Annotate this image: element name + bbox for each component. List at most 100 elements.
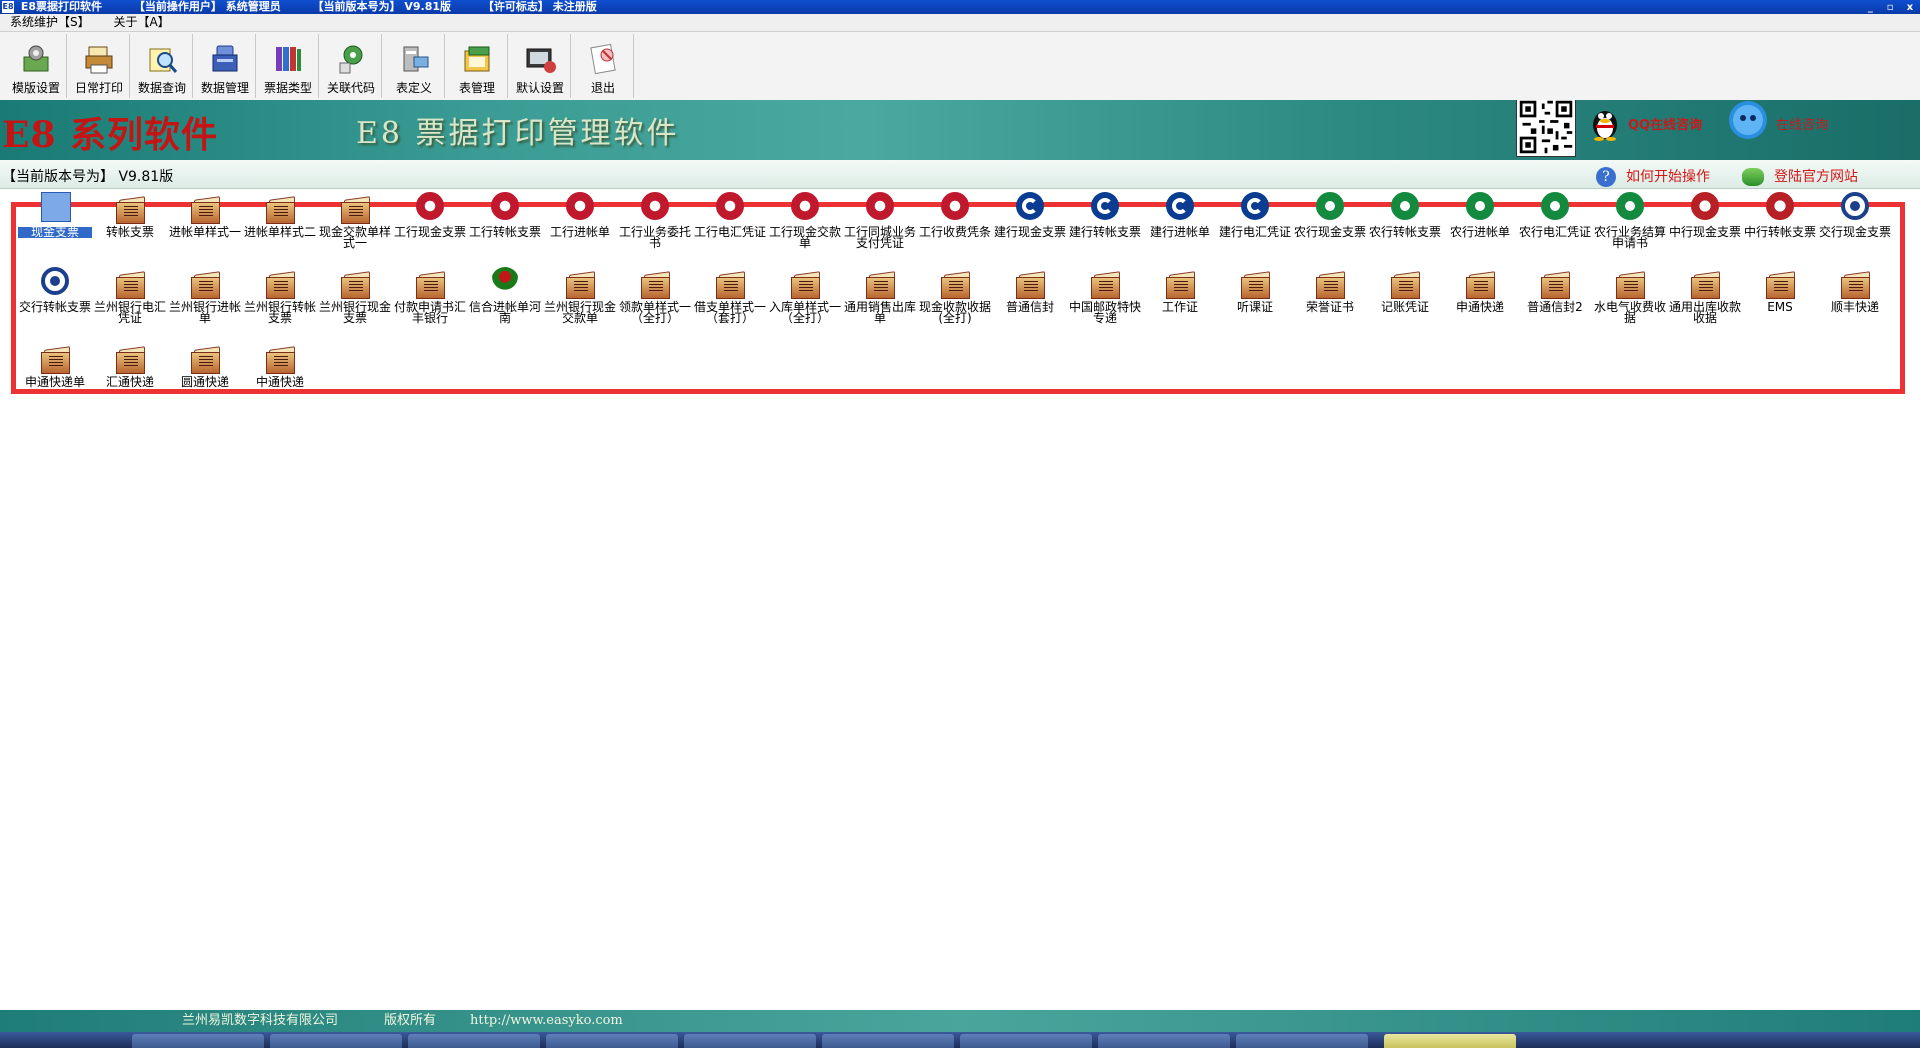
template-item[interactable]: 水电气收费收据 — [1593, 267, 1667, 324]
globe-icon — [1742, 168, 1764, 186]
template-item[interactable]: 现金交款单样式一 — [318, 192, 392, 249]
menu-about[interactable]: 关于【A】 — [103, 14, 179, 31]
icbc-bank-logo-icon — [489, 192, 521, 224]
minimize-button[interactable]: _ — [1862, 1, 1878, 14]
template-item[interactable]: 荣誉证书 — [1293, 267, 1367, 313]
icbc-bank-logo-icon — [564, 192, 596, 224]
template-item[interactable]: 兰州银行电汇凭证 — [93, 267, 167, 324]
template-item[interactable]: 记账凭证 — [1368, 267, 1442, 313]
template-item[interactable]: 工行转帐支票 — [468, 192, 542, 238]
template-item[interactable]: 农行进帐单 — [1443, 192, 1517, 238]
template-item[interactable]: 兰州银行转帐支票 — [243, 267, 317, 324]
toolbar-button-7[interactable]: 表定义 — [384, 34, 445, 98]
template-item[interactable]: 付款申请书汇丰银行 — [393, 267, 467, 324]
template-item-label: 转帐支票 — [105, 225, 154, 239]
template-item[interactable]: 建行现金支票 — [993, 192, 1067, 238]
template-item[interactable]: 工行收费凭条 — [918, 192, 992, 238]
template-item[interactable]: 农行电汇凭证 — [1518, 192, 1592, 238]
toolbar-button-5[interactable]: 票据类型 — [258, 34, 319, 98]
template-item[interactable]: 顺丰快递 — [1818, 267, 1892, 313]
template-item[interactable]: 借支单样式一（套打） — [693, 267, 767, 324]
taskbar-button[interactable] — [408, 1034, 540, 1048]
footer-url[interactable]: http://www.easyko.com — [470, 1010, 623, 1032]
qq-penguin-icon[interactable] — [1586, 101, 1624, 141]
toolbar-button-8[interactable]: 表管理 — [447, 34, 508, 98]
template-item[interactable]: 领款单样式一（全打） — [618, 267, 692, 324]
template-item[interactable]: 入库单样式一（全打） — [768, 267, 842, 324]
template-item[interactable]: 兰州银行现金支票 — [318, 267, 392, 324]
template-item[interactable]: 工行现金交款单 — [768, 192, 842, 249]
document-book-icon — [189, 342, 221, 374]
ccb-bank-logo-icon — [1239, 192, 1271, 224]
icbc-bank-logo-icon — [639, 192, 671, 224]
template-item[interactable]: 交行转帐支票 — [18, 267, 92, 313]
toolbar-button-1[interactable]: 模版设置 — [6, 34, 67, 98]
toolbar-button-2[interactable]: 日常打印 — [69, 34, 130, 98]
template-item[interactable]: 信合进帐单河南 — [468, 267, 542, 324]
template-item[interactable]: 中行现金支票 — [1668, 192, 1742, 238]
template-item[interactable]: 兰州银行现金交款单 — [543, 267, 617, 324]
template-item[interactable]: 中行转帐支票 — [1743, 192, 1817, 238]
taskbar-button[interactable] — [1236, 1034, 1368, 1048]
template-item[interactable]: 圆通快递 — [168, 342, 242, 388]
close-button[interactable]: x — [1902, 1, 1918, 14]
template-item-label: 兰州银行现金交款单 — [543, 300, 616, 325]
template-item[interactable]: 农行业务结算申请书 — [1593, 192, 1667, 249]
template-item[interactable]: 工行同城业务支付凭证 — [843, 192, 917, 249]
how-to-start-link[interactable]: ? 如何开始操作 — [1596, 166, 1710, 187]
taskbar-button-active[interactable] — [1384, 1034, 1516, 1048]
taskbar-button[interactable] — [546, 1034, 678, 1048]
template-item[interactable]: 兰州银行进帐单 — [168, 267, 242, 324]
toolbar-button-10[interactable]: 退出 — [573, 34, 634, 98]
document-book-icon — [714, 267, 746, 299]
template-item[interactable]: 建行进帐单 — [1143, 192, 1217, 238]
template-item[interactable]: 工行业务委托书 — [618, 192, 692, 249]
template-item[interactable]: 申通快递 — [1443, 267, 1517, 313]
template-item[interactable]: 进帐单样式一 — [168, 192, 242, 238]
toolbar-button-9[interactable]: 默认设置 — [510, 34, 571, 98]
template-item[interactable]: 转帐支票 — [93, 192, 167, 238]
template-item[interactable]: 工行现金支票 — [393, 192, 467, 238]
restore-button[interactable]: ▫ — [1882, 1, 1898, 14]
menu-system-maintenance[interactable]: 系统维护【S】 — [0, 14, 100, 31]
qq-consult-link[interactable]: QQ在线咨询 — [1628, 114, 1702, 133]
taskbar-button[interactable] — [132, 1034, 264, 1048]
template-item[interactable]: 工行电汇凭证 — [693, 192, 767, 238]
template-item[interactable]: 交行现金支票 — [1818, 192, 1892, 238]
template-item[interactable]: 中通快递 — [243, 342, 317, 388]
template-item[interactable]: 中国邮政特快专递 — [1068, 267, 1142, 324]
template-item[interactable]: 建行电汇凭证 — [1218, 192, 1292, 238]
template-item[interactable]: 农行转帐支票 — [1368, 192, 1442, 238]
official-site-link[interactable]: 登陆官方网站 — [1742, 166, 1858, 186]
template-item-label: 水电气收费收据 — [1593, 300, 1666, 325]
taskbar-button[interactable] — [1098, 1034, 1230, 1048]
template-item[interactable]: 现金收款收据(全打) — [918, 267, 992, 324]
template-item[interactable]: 普通信封 — [993, 267, 1067, 313]
online-consult-link[interactable]: 在线咨询 — [1776, 114, 1828, 133]
template-item[interactable]: 现金支票 — [18, 192, 92, 238]
template-item[interactable]: 工作证 — [1143, 267, 1217, 313]
template-item[interactable]: 农行现金支票 — [1293, 192, 1367, 238]
template-item[interactable]: 听课证 — [1218, 267, 1292, 313]
template-item[interactable]: EMS — [1743, 267, 1817, 313]
template-item[interactable]: 申通快递单 — [18, 342, 92, 388]
template-item-label: 信合进帐单河南 — [468, 300, 541, 325]
toolbar-button-4[interactable]: 数据管理 — [195, 34, 256, 98]
taskbar-button[interactable] — [960, 1034, 1092, 1048]
template-item-label: 农行现金支票 — [1293, 225, 1366, 239]
template-item[interactable]: 通用销售出库单 — [843, 267, 917, 324]
taskbar-button[interactable] — [822, 1034, 954, 1048]
template-item[interactable]: 进帐单样式二 — [243, 192, 317, 238]
toolbar-button-3[interactable]: 数据查询 — [132, 34, 193, 98]
template-item[interactable]: 汇通快递 — [93, 342, 167, 388]
template-item[interactable]: 建行转帐支票 — [1068, 192, 1142, 238]
template-item[interactable]: 通用出库收款收据 — [1668, 267, 1742, 324]
template-item[interactable]: 普通信封2 — [1518, 267, 1592, 313]
online-chat-icon[interactable] — [1726, 100, 1770, 141]
template-item[interactable]: 工行进帐单 — [543, 192, 617, 238]
icbc-bank-logo-icon — [864, 192, 896, 224]
toolbar-button-6[interactable]: 关联代码 — [321, 34, 382, 98]
taskbar-button[interactable] — [270, 1034, 402, 1048]
taskbar-button[interactable] — [684, 1034, 816, 1048]
document-book-icon — [639, 267, 671, 299]
